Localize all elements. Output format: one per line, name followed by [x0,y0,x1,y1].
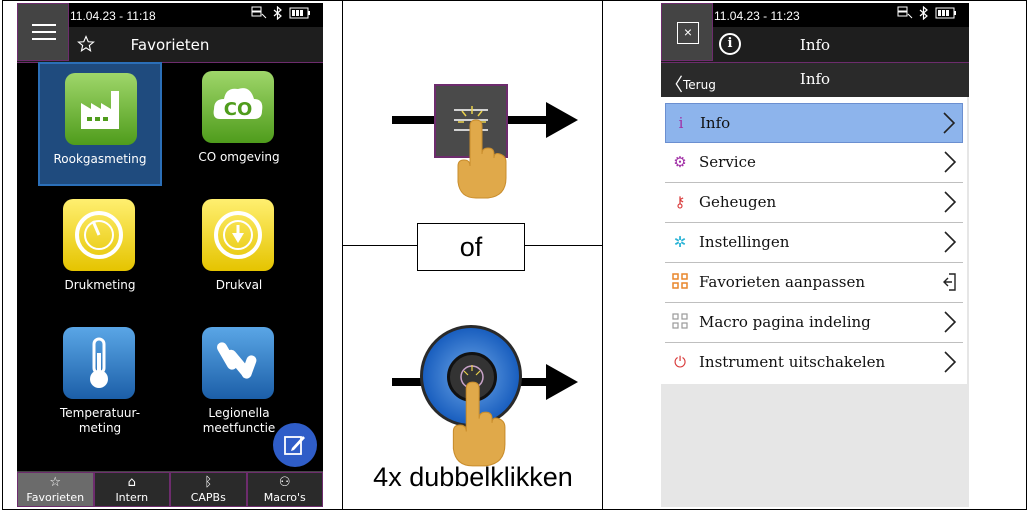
arrow-head-top [546,102,578,138]
tile-temperatuurmeting[interactable]: Temperatuur- meting [38,318,162,442]
menu-item-label: Info [700,114,731,132]
chevron-right-icon [944,351,957,373]
bluetooth-icon: ᛒ [204,475,213,490]
menu-item-label: Instellingen [699,233,790,251]
menu-item-label: Macro pagina indeling [699,313,871,331]
svg-text:CO: CO [224,99,253,120]
tile-label: CO omgeving [198,150,280,164]
nav-favorieten[interactable]: ☆ Favorieten [17,472,94,507]
co-cloud-icon: CO [202,71,274,143]
divider-middle-left [342,245,418,246]
user-icon: ⚇ [278,475,291,490]
bluetooth-status-icon [273,6,282,20]
chevron-right-icon [944,311,957,333]
menu-item-favorieten-aanpassen[interactable]: Favorieten aanpassen [665,263,963,303]
divider-right [602,0,603,510]
nav-intern[interactable]: ⌂ Intern [93,472,170,507]
nav-macros[interactable]: ⚇ Macro's [246,472,323,507]
menu-item-label: Geheugen [699,193,777,211]
menu-item-uitschakelen[interactable]: ⏻ Instrument uitschakelen [665,343,963,383]
tile-rookgasmeting[interactable]: Rookgasmeting [38,62,162,186]
hamburger-menu-button[interactable] [17,3,69,61]
nav-label: Favorieten [26,491,85,504]
key-icon: ⚷ [674,193,686,211]
tile-legionella[interactable]: Legionella meetfunctie [177,318,301,442]
info-screen: 11.04.23 - 11:23 Info × i 〈Terug Info i … [661,3,969,507]
menu-item-service[interactable]: ⚙ Service [665,143,963,183]
enter-icon [943,273,956,291]
bottom-nav: ☆ Favorieten ⌂ Intern ᛒ CAPBs ⚇ Macro's [17,471,323,507]
nav-label: CAPBs [190,491,226,504]
tile-drukval[interactable]: Drukval [177,190,301,314]
nav-label: Intern [115,491,149,504]
tile-label: Drukmeting [64,278,136,292]
tile-co-omgeving[interactable]: CO CO omgeving [177,62,301,186]
edit-favorites-button[interactable] [273,423,317,467]
tile-label: Rookgasmeting [53,152,147,166]
status-time: 11.04.23 - 11:23 [714,9,800,23]
home-icon: ⌂ [127,475,136,490]
menu-item-geheugen[interactable]: ⚷ Geheugen [665,183,963,223]
or-label: of [417,223,525,271]
nav-capbs[interactable]: ᛒ CAPBs [170,472,247,507]
double-click-caption: 4x dubbelklikken [373,462,573,492]
menu-item-instellingen[interactable]: ✲ Instellingen [665,223,963,263]
grid-outline-icon [671,313,689,331]
divider-middle-right [524,245,603,246]
sub-title: Info [799,70,831,88]
factory-icon [65,73,137,145]
pressure-gauge-icon [63,199,135,271]
battery-icon [935,7,956,19]
close-icon: × [677,22,699,44]
legionella-icon [202,327,274,399]
info-icon: i [678,114,684,132]
pressure-drop-gauge-icon [202,199,274,271]
nav-label: Macro's [263,491,306,504]
status-time: 11.04.23 - 11:18 [70,9,156,23]
power-icon: ⏻ [674,353,686,371]
thermometer-icon [63,327,135,399]
data-icon [897,6,913,19]
menu-item-label: Instrument uitschakelen [699,353,886,371]
favorites-screen: 11.04.23 - 11:18 Favorieten Rookgasmetin… [17,3,323,507]
menu-item-label: Service [699,153,756,171]
sub-header: 〈Terug Info [661,63,969,97]
tile-drukmeting[interactable]: Drukmeting [38,190,162,314]
list-area: i Info ⚙ Service ⚷ Geheugen ✲ Instelling… [661,97,969,507]
chevron-right-icon [944,191,957,213]
chevron-right-icon [943,112,956,134]
arrow-head-bottom [546,364,578,400]
chevron-right-icon [944,151,957,173]
chevron-right-icon [944,231,957,253]
edit-icon [284,436,305,455]
divider-left [342,0,343,510]
star-icon: ☆ [49,475,62,490]
menu-item-macro-pagina[interactable]: Macro pagina indeling [665,303,963,343]
tile-label: Temperatuur- meting [59,406,141,435]
battery-icon [289,7,310,19]
close-button[interactable]: × [661,3,713,61]
menu-item-label: Favorieten aanpassen [699,273,866,291]
tile-label: Drukval [215,278,263,292]
hand-pointer-icon [457,119,507,199]
arrow-top-left [392,116,436,124]
info-circle-icon: i [719,33,741,55]
settings-icon: ✲ [673,233,687,251]
gears-icon: ⚙ [673,153,687,171]
grid-icon [671,273,689,291]
bluetooth-status-icon [919,6,928,20]
data-icon [251,6,267,19]
hand-pointer-icon [452,381,506,467]
menu-item-info[interactable]: i Info [665,103,963,143]
menu-list: i Info ⚙ Service ⚷ Geheugen ✲ Instelling… [661,97,967,384]
arrow-top-right [508,116,550,124]
